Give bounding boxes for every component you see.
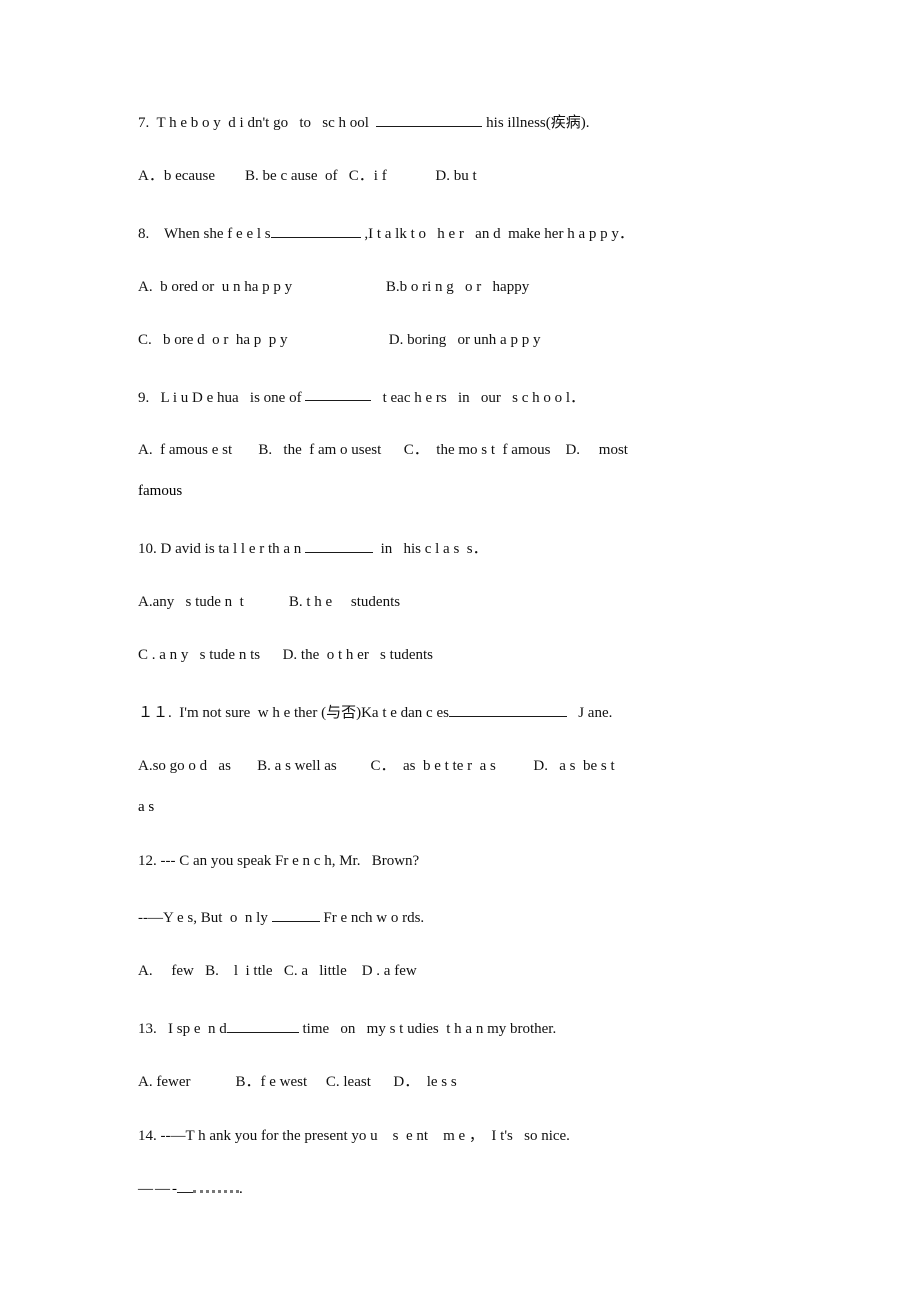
question-7-options[interactable]: A．b ecause B. be c ause of C．i f D. bu t bbox=[138, 168, 798, 184]
question-14: 14. --—T h ank you for the present yo u … bbox=[138, 1127, 798, 1197]
question-13-options[interactable]: A. fewer B．f e west C. least D． le s s bbox=[138, 1074, 798, 1090]
question-10: 10. D avid is ta l l e r th a n in his c… bbox=[138, 538, 798, 663]
question-8-stem-after: ,I t a lk t o h e r an d make her h a p … bbox=[360, 225, 634, 242]
em-dash-pair: —— bbox=[138, 1180, 172, 1197]
question-11-options-wrap[interactable]: a s bbox=[138, 799, 798, 815]
answer-blank[interactable] bbox=[305, 541, 358, 554]
answer-blank[interactable] bbox=[376, 112, 423, 127]
question-9-options-wrap[interactable]: famous bbox=[138, 484, 798, 499]
answer-blank[interactable] bbox=[470, 702, 517, 717]
answer-blank[interactable] bbox=[552, 702, 567, 717]
question-10-stem-before: 10. D avid is ta l l e r th a n bbox=[138, 541, 306, 558]
question-13-stem-before: 13. I sp e n d bbox=[138, 1020, 227, 1037]
answer-blank[interactable] bbox=[448, 705, 471, 717]
question-9-stem-before: 9. L i u D e hua is one of bbox=[138, 389, 306, 406]
answer-blank[interactable] bbox=[422, 115, 443, 127]
question-9-stem: 9. L i u D e hua is one of t eac h e rs … bbox=[138, 387, 798, 406]
question-10-options-cd[interactable]: C . a n y s tude n ts D. the o t h er s … bbox=[138, 648, 798, 663]
question-10-options-ab[interactable]: A.any s tude n t B. t h e students bbox=[138, 595, 798, 610]
question-9-stem-after: t eac h e rs in our s c h o o l． bbox=[371, 389, 586, 406]
answer-blank[interactable] bbox=[276, 1018, 299, 1033]
question-14-stem-line1: 14. --—T h ank you for the present yo u … bbox=[138, 1127, 570, 1144]
worksheet-content: 7. T h e b o y d i dn't go to sc h ool h… bbox=[138, 112, 798, 1197]
answer-blank[interactable] bbox=[305, 390, 328, 402]
question-7: 7. T h e b o y d i dn't go to sc h ool h… bbox=[138, 112, 798, 184]
question-9-options[interactable]: A. f amous e st B. the f am o usest C． t… bbox=[138, 443, 798, 458]
question-13-stem-after: time on my s t udies t h a n my brother. bbox=[298, 1020, 557, 1037]
answer-blank[interactable] bbox=[357, 538, 374, 554]
answer-blank[interactable] bbox=[193, 1182, 239, 1193]
answer-blank[interactable] bbox=[177, 1183, 193, 1193]
question-7-stem-after: his illness(疾病). bbox=[482, 114, 590, 131]
answer-blank[interactable] bbox=[327, 387, 372, 402]
question-13: 13. I sp e n d time on my s t udies t h … bbox=[138, 1018, 798, 1090]
answer-blank[interactable] bbox=[270, 223, 311, 238]
question-7-stem: 7. T h e b o y d i dn't go to sc h ool h… bbox=[138, 112, 798, 131]
question-11-stem: １１. I'm not sure w h e ther (与否)Ka t e d… bbox=[138, 702, 798, 721]
question-12-options[interactable]: A. few B. l i ttle C. a little D . a few bbox=[138, 963, 798, 979]
question-8-options-cd[interactable]: C. b ore d o r ha p p y D. boring or unh… bbox=[138, 332, 798, 348]
question-11-stem-after: J ane. bbox=[566, 704, 613, 721]
question-12-stem-before: --—Y e s, But o n ly bbox=[138, 909, 272, 926]
question-12: 12. --- C an you speak Fr e n c h, Mr. B… bbox=[138, 852, 798, 979]
question-12-stem-line1: 12. --- C an you speak Fr e n c h, Mr. B… bbox=[138, 852, 420, 869]
question-11: １１. I'm not sure w h e ther (与否)Ka t e d… bbox=[138, 702, 798, 815]
worksheet-page: 7. T h e b o y d i dn't go to sc h ool h… bbox=[0, 0, 920, 1302]
question-10-stem: 10. D avid is ta l l e r th a n in his c… bbox=[138, 538, 798, 557]
question-8: 8. When she f e e l s ,I t a lk t o h e … bbox=[138, 223, 798, 348]
answer-blank[interactable] bbox=[442, 112, 483, 127]
answer-blank[interactable] bbox=[516, 705, 553, 717]
answer-blank[interactable] bbox=[271, 907, 286, 922]
question-8-stem: 8. When she f e e l s ,I t a lk t o h e … bbox=[138, 223, 798, 242]
question-8-options-ab[interactable]: A. b ored or u n ha p p y B.b o ri n g o… bbox=[138, 279, 798, 295]
question-10-stem-after: in his c l a s s． bbox=[373, 541, 488, 558]
question-11-stem-before: １１. I'm not sure w h e ther (与否)Ka t e d… bbox=[138, 704, 449, 721]
question-13-stem: 13. I sp e n d time on my s t udies t h … bbox=[138, 1018, 798, 1037]
answer-blank[interactable] bbox=[310, 226, 361, 238]
question-14-answer-line: ——-. bbox=[138, 1180, 798, 1197]
question-11-options[interactable]: A.so go o d as B. a s well as C． as b e … bbox=[138, 758, 798, 774]
question-7-stem-before: 7. T h e b o y d i dn't go to sc h ool bbox=[138, 114, 377, 131]
answer-blank[interactable] bbox=[226, 1021, 277, 1033]
answer-period: . bbox=[239, 1180, 243, 1197]
answer-blank[interactable] bbox=[285, 910, 320, 922]
question-12-stem-line2: --—Y e s, But o n ly Fr e nch w o rds. bbox=[138, 907, 798, 926]
question-9: 9. L i u D e hua is one of t eac h e rs … bbox=[138, 387, 798, 500]
question-12-stem-after: Fr e nch w o rds. bbox=[319, 909, 425, 926]
question-8-stem-before: 8. When she f e e l s bbox=[138, 225, 271, 242]
